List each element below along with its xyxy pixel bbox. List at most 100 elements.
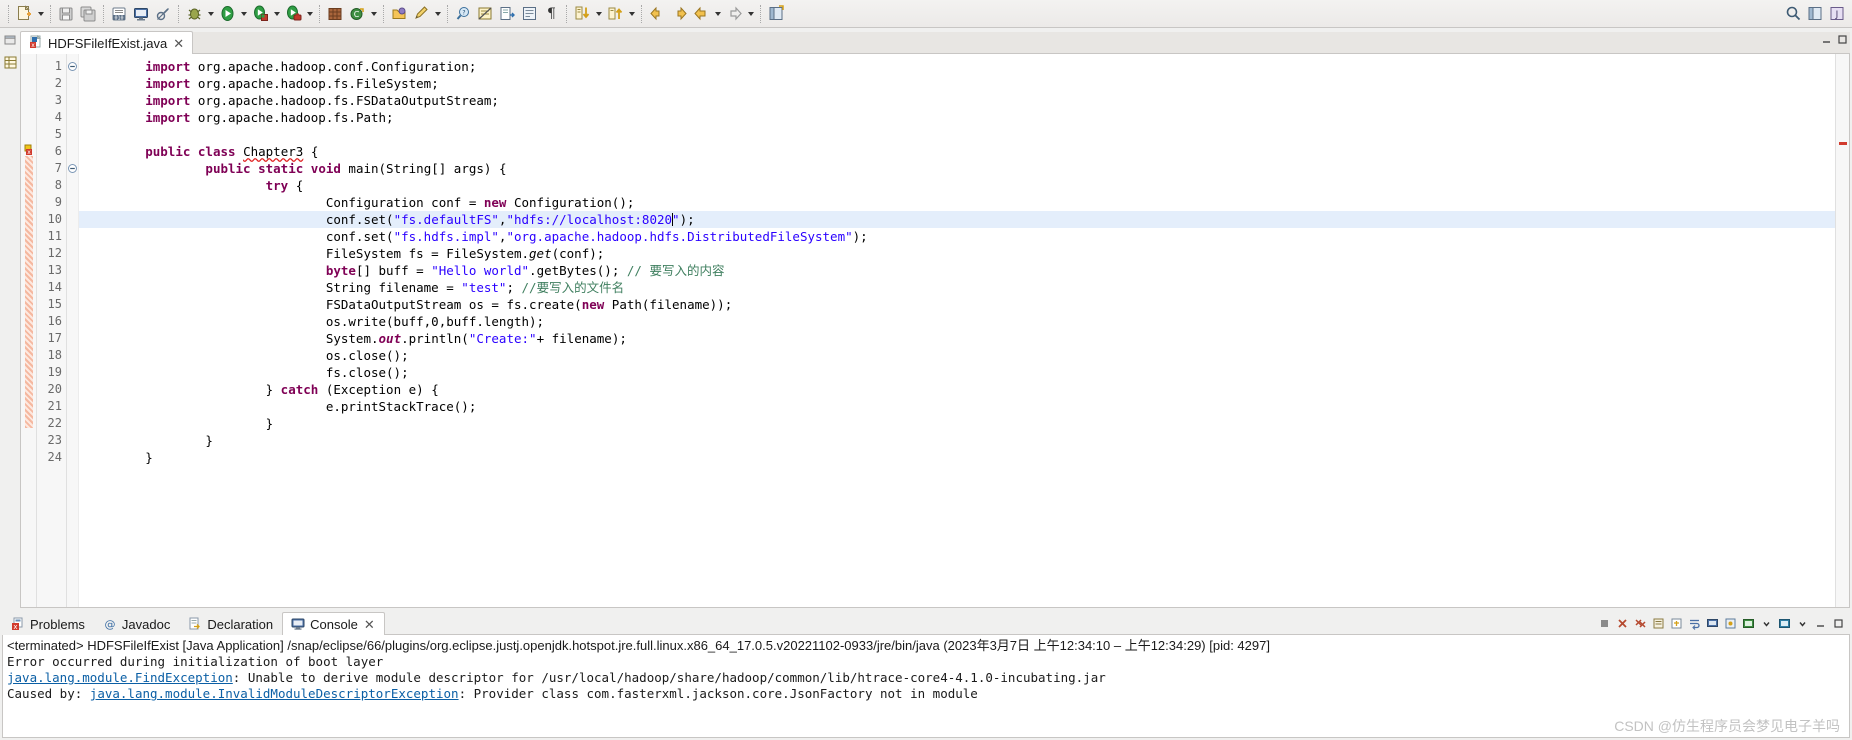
- new-wizard-button[interactable]: [13, 3, 35, 25]
- toggle-block-selection-button[interactable]: [518, 3, 540, 25]
- terminate-button[interactable]: [1597, 616, 1612, 631]
- back-arrow-button[interactable]: [646, 3, 668, 25]
- code-text-area[interactable]: import org.apache.hadoop.conf.Configurat…: [79, 54, 1835, 607]
- print-button[interactable]: 010: [108, 3, 130, 25]
- open-task-button[interactable]: ?: [452, 3, 474, 25]
- new-java-class-button[interactable]: C: [346, 3, 368, 25]
- code-line[interactable]: fs.close();: [79, 364, 1835, 381]
- coverage-dropdown[interactable]: [271, 3, 282, 25]
- export-button[interactable]: [496, 3, 518, 25]
- word-wrap-button[interactable]: [1687, 616, 1702, 631]
- next-annotation-dropdown[interactable]: [593, 3, 604, 25]
- bottom-tab-close-icon[interactable]: ✕: [363, 618, 376, 631]
- display-selected-console-button[interactable]: [1741, 616, 1756, 631]
- overview-ruler[interactable]: [1835, 54, 1849, 607]
- pin-console-button[interactable]: [1723, 616, 1738, 631]
- package-explorer-icon[interactable]: [4, 56, 18, 70]
- quick-access-search-button[interactable]: [1782, 3, 1804, 25]
- save-all-button[interactable]: [77, 3, 99, 25]
- forward-arrow-button[interactable]: [668, 3, 690, 25]
- clear-console-button[interactable]: [1651, 616, 1666, 631]
- bottom-tab-problems[interactable]: x Problems: [2, 612, 94, 635]
- console-stacktrace-link[interactable]: java.lang.module.FindException: [7, 670, 233, 685]
- minimize-panel-button[interactable]: [1813, 616, 1828, 631]
- code-line[interactable]: public static void main(String[] args) {: [79, 160, 1835, 177]
- code-line[interactable]: byte[] buff = "Hello world".getBytes(); …: [79, 262, 1835, 279]
- open-console-dropdown[interactable]: [1795, 616, 1810, 631]
- maximize-editor-icon[interactable]: [1837, 34, 1848, 45]
- previous-annotation-dropdown[interactable]: [626, 3, 637, 25]
- maximize-panel-button[interactable]: [1831, 616, 1846, 631]
- open-console-button[interactable]: [1777, 616, 1792, 631]
- bottom-tab-javadoc[interactable]: @ Javadoc: [94, 612, 179, 635]
- previous-annotation-button[interactable]: [604, 3, 626, 25]
- run-coverage-button[interactable]: [249, 3, 271, 25]
- java-perspective-button[interactable]: J: [1826, 3, 1848, 25]
- code-line[interactable]: import org.apache.hadoop.fs.FSDataOutput…: [79, 92, 1835, 109]
- show-console-on-output-button[interactable]: [1705, 616, 1720, 631]
- new-java-class-dropdown[interactable]: [368, 3, 379, 25]
- remove-launch-button[interactable]: [1615, 616, 1630, 631]
- open-perspective-button[interactable]: [1804, 3, 1826, 25]
- code-line[interactable]: import org.apache.hadoop.fs.Path;: [79, 109, 1835, 126]
- code-line[interactable]: FSDataOutputStream os = fs.create(new Pa…: [79, 296, 1835, 313]
- fold-toggle-icon[interactable]: [67, 58, 78, 75]
- toggle-mark-occurrences-button[interactable]: [474, 3, 496, 25]
- code-line[interactable]: os.write(buff,0,buff.length);: [79, 313, 1835, 330]
- code-line[interactable]: } catch (Exception e) {: [79, 381, 1835, 398]
- overview-error-mark[interactable]: [1839, 142, 1847, 145]
- code-line[interactable]: e.printStackTrace();: [79, 398, 1835, 415]
- last-edit-dropdown[interactable]: [712, 3, 723, 25]
- console-stacktrace-link[interactable]: java.lang.module.InvalidModuleDescriptor…: [90, 686, 459, 701]
- external-tools-dropdown[interactable]: [304, 3, 315, 25]
- code-line[interactable]: try {: [79, 177, 1835, 194]
- code-line[interactable]: System.out.println("Create:"+ filename);: [79, 330, 1835, 347]
- minimize-editor-icon[interactable]: [1821, 34, 1832, 45]
- code-line[interactable]: os.close();: [79, 347, 1835, 364]
- fold-toggle-icon[interactable]: [67, 160, 78, 177]
- debug-dropdown[interactable]: [205, 3, 216, 25]
- skip-breakpoints-button[interactable]: [152, 3, 174, 25]
- code-line[interactable]: import org.apache.hadoop.conf.Configurat…: [79, 58, 1835, 75]
- code-line[interactable]: FileSystem fs = FileSystem.get(conf);: [79, 245, 1835, 262]
- editor-marker-bar[interactable]: x: [21, 54, 37, 607]
- remove-all-terminated-button[interactable]: [1633, 616, 1648, 631]
- new-package-button[interactable]: [324, 3, 346, 25]
- run-dropdown[interactable]: [238, 3, 249, 25]
- new-wizard-dropdown[interactable]: [35, 3, 46, 25]
- next-annotation-button[interactable]: [571, 3, 593, 25]
- error-marker-line6[interactable]: x: [23, 144, 35, 156]
- last-edit-location-button[interactable]: [690, 3, 712, 25]
- open-type-button[interactable]: [388, 3, 410, 25]
- scroll-lock-button[interactable]: [1669, 616, 1684, 631]
- folding-column[interactable]: [67, 54, 79, 607]
- code-line[interactable]: String filename = "test"; //要写入的文件名: [79, 279, 1835, 296]
- restore-view-icon[interactable]: [4, 34, 18, 48]
- debug-button[interactable]: [183, 3, 205, 25]
- new-perspective-button[interactable]: [765, 3, 787, 25]
- forward-history-button[interactable]: [723, 3, 745, 25]
- editor-tab-hdfsfileifexist[interactable]: x HDFSFileIfExist.java ✕: [20, 31, 194, 54]
- code-line[interactable]: public class Chapter3 {: [79, 143, 1835, 160]
- code-editor[interactable]: x 1 2 3 4 5 6 7 8 9 10 11 12 13 14 15 16 17 18 19 20 21 22 23 2…: [20, 54, 1850, 608]
- run-external-tools-button[interactable]: [282, 3, 304, 25]
- code-line[interactable]: conf.set("fs.defaultFS","hdfs://localhos…: [79, 211, 1835, 228]
- editor-tab-close-icon[interactable]: ✕: [172, 37, 185, 50]
- code-line[interactable]: }: [79, 415, 1835, 432]
- code-line[interactable]: }: [79, 449, 1835, 466]
- display-selected-console-dropdown[interactable]: [1759, 616, 1774, 631]
- code-line[interactable]: [79, 126, 1835, 143]
- code-line[interactable]: Configuration conf = new Configuration()…: [79, 194, 1835, 211]
- run-button[interactable]: [216, 3, 238, 25]
- open-console-button[interactable]: [130, 3, 152, 25]
- code-line[interactable]: conf.set("fs.hdfs.impl","org.apache.hado…: [79, 228, 1835, 245]
- code-line[interactable]: }: [79, 432, 1835, 449]
- search-dropdown[interactable]: [432, 3, 443, 25]
- console-output[interactable]: <terminated> HDFSFileIfExist [Java Appli…: [2, 635, 1850, 738]
- show-whitespace-button[interactable]: ¶: [540, 3, 562, 25]
- bottom-tab-declaration[interactable]: Declaration: [179, 612, 282, 635]
- search-pencil-button[interactable]: [410, 3, 432, 25]
- save-button[interactable]: [55, 3, 77, 25]
- forward-history-dropdown[interactable]: [745, 3, 756, 25]
- code-line[interactable]: import org.apache.hadoop.fs.FileSystem;: [79, 75, 1835, 92]
